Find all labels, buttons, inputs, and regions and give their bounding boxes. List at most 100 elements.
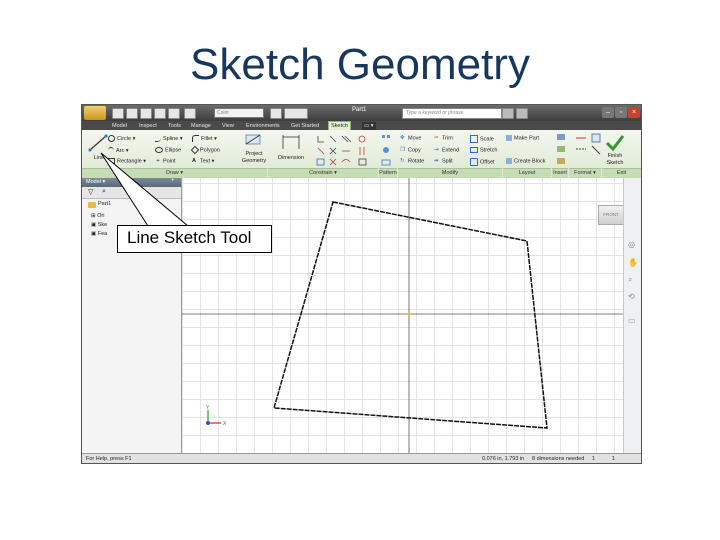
finish-sketch-label-1[interactable]: Finish — [600, 153, 630, 159]
filter-icon[interactable]: ▽ — [88, 188, 93, 196]
arc-tool[interactable]: Arc ▾ — [108, 147, 129, 154]
search-input[interactable]: Type a keyword or phrase — [402, 108, 502, 119]
browser-item-origin[interactable]: ⊞ Ori — [91, 213, 104, 219]
rectangle-tool[interactable]: Rectangle ▾ — [108, 158, 146, 164]
fix-icon — [316, 158, 325, 166]
copy-tool[interactable]: ❐ Copy — [400, 147, 421, 153]
tab-inspect[interactable]: Inspect — [137, 122, 159, 130]
offset-tool[interactable]: Offset — [470, 158, 495, 166]
sketch-canvas[interactable]: Y X — [182, 178, 623, 453]
tab-model[interactable]: Model — [110, 122, 129, 130]
ellipse-tool[interactable]: Ellipse — [155, 147, 181, 153]
callout-label: Line Sketch Tool — [127, 228, 252, 247]
finish-sketch-label-2[interactable]: Sketch — [600, 160, 630, 166]
save-icon[interactable] — [140, 108, 152, 119]
concentric-icon — [358, 135, 366, 143]
graphics-window[interactable]: Y X FRONT — [182, 178, 624, 453]
exit-group-label: Exit — [602, 168, 641, 178]
color-style-combo[interactable]: Color — [214, 108, 264, 118]
ellipse-label: Ellipse — [165, 147, 182, 154]
pattern-icons[interactable] — [380, 132, 394, 168]
pan-icon[interactable]: ✋ — [628, 258, 638, 267]
create-block-label: Create Block — [514, 158, 546, 165]
project-geometry-label-1[interactable]: Project — [234, 151, 274, 157]
split-tool[interactable]: ⇹ Split — [434, 158, 453, 164]
arc-icon — [108, 147, 114, 154]
model-browser: Model ▾ + ▽ ⌕ Part1 ⊞ Ori ▣ Ske ▣ Fea — [82, 178, 182, 453]
split-icon: ⇹ — [434, 158, 439, 164]
browser-add-icon[interactable]: + — [171, 178, 175, 184]
scale-tool[interactable]: Scale — [470, 135, 494, 143]
spline-icon — [155, 135, 161, 142]
text-tool[interactable]: A Text ▾ — [192, 158, 214, 164]
stretch-tool[interactable]: Stretch — [470, 147, 497, 153]
search-icon[interactable] — [502, 108, 514, 119]
minimize-button[interactable]: – — [602, 107, 614, 118]
browser-title[interactable]: Model ▾ — [82, 178, 181, 187]
extend-label: Extend — [442, 147, 460, 154]
open-icon[interactable] — [126, 108, 138, 119]
material-icon[interactable] — [270, 108, 282, 119]
trim-tool[interactable]: ✂ Trim — [434, 135, 453, 141]
move-tool[interactable]: ✥ Move — [400, 135, 421, 141]
extend-tool[interactable]: ⇥ Extend — [434, 147, 459, 153]
steering-wheel-icon[interactable]: ◎ — [628, 240, 635, 249]
look-at-icon[interactable]: ▭ — [628, 316, 636, 325]
help-icon[interactable] — [516, 108, 528, 119]
maximize-button[interactable]: ▫ — [615, 107, 627, 118]
zoom-icon[interactable]: ⌕ — [628, 275, 632, 285]
browser-root-label[interactable]: Part1 — [98, 201, 111, 207]
point-tool[interactable]: + Point — [155, 158, 175, 164]
create-block-tool[interactable]: Create Block — [506, 158, 546, 164]
rotate-tool[interactable]: ↻ Rotate — [400, 158, 424, 164]
select-icon[interactable] — [184, 108, 196, 119]
appearance-combo[interactable] — [284, 108, 308, 119]
offset-label: Offset — [480, 159, 495, 166]
polygon-tool[interactable]: Polygon — [190, 145, 220, 155]
fillet-tool[interactable]: Fillet ▾ — [192, 135, 217, 142]
browser-item-sketch[interactable]: ▣ Ske — [91, 222, 107, 228]
insert-format-icons[interactable] — [554, 132, 604, 168]
finish-sketch-icon[interactable] — [604, 133, 626, 153]
orbit-icon[interactable]: ⟲ — [628, 292, 635, 301]
draw-group-label[interactable]: Draw ▾ — [82, 168, 267, 178]
dimension-label[interactable]: Dimension — [272, 155, 310, 161]
layout-group-label: Layout — [503, 168, 551, 178]
format-group-label[interactable]: Format ▾ — [569, 168, 601, 178]
polygon-icon — [190, 145, 200, 155]
line-tool-label[interactable]: Line — [88, 155, 110, 161]
part-icon — [88, 202, 96, 208]
ribbon-options-icon[interactable]: ▭ ▾ — [362, 122, 376, 130]
project-geometry-icon[interactable] — [244, 133, 264, 147]
circle-icon — [108, 135, 115, 142]
circle-tool[interactable]: Circle ▾ — [108, 135, 135, 142]
sketch-quadrilateral — [273, 201, 548, 429]
tab-get-started[interactable]: Get Started — [289, 122, 321, 130]
tab-manage[interactable]: Manage — [189, 122, 213, 130]
project-geometry-label-2[interactable]: Geometry — [234, 158, 274, 164]
fillet-label: Fillet — [201, 135, 213, 142]
undo-icon[interactable] — [154, 108, 166, 119]
driven-dimension-icon — [591, 145, 601, 155]
constraint-icons[interactable] — [314, 132, 378, 168]
scale-label: Scale — [480, 136, 494, 143]
create-block-icon — [506, 158, 512, 164]
make-part-tool[interactable]: Make Part — [506, 135, 539, 141]
redo-icon[interactable] — [168, 108, 180, 119]
close-button[interactable]: × — [628, 107, 640, 118]
application-menu-button[interactable] — [84, 106, 106, 120]
tab-tools[interactable]: Tools — [166, 122, 183, 130]
tab-view[interactable]: View — [220, 122, 236, 130]
new-icon[interactable] — [112, 108, 124, 119]
triad-icon: Y X — [206, 405, 227, 427]
spline-tool[interactable]: Spline ▾ — [155, 135, 183, 142]
find-icon[interactable]: ⌕ — [102, 188, 106, 196]
sketch-label: Ske — [97, 222, 108, 228]
dimension-icon[interactable] — [280, 133, 302, 151]
status-dimensions-needed: 8 dimensions needed — [532, 456, 585, 462]
tab-environments[interactable]: Environments — [244, 122, 282, 130]
browser-item-end[interactable]: ▣ Fea — [91, 231, 107, 237]
viewcube[interactable]: FRONT — [598, 205, 624, 225]
constrain-group-label[interactable]: Constrain ▾ — [268, 168, 378, 178]
make-part-icon — [506, 135, 512, 141]
